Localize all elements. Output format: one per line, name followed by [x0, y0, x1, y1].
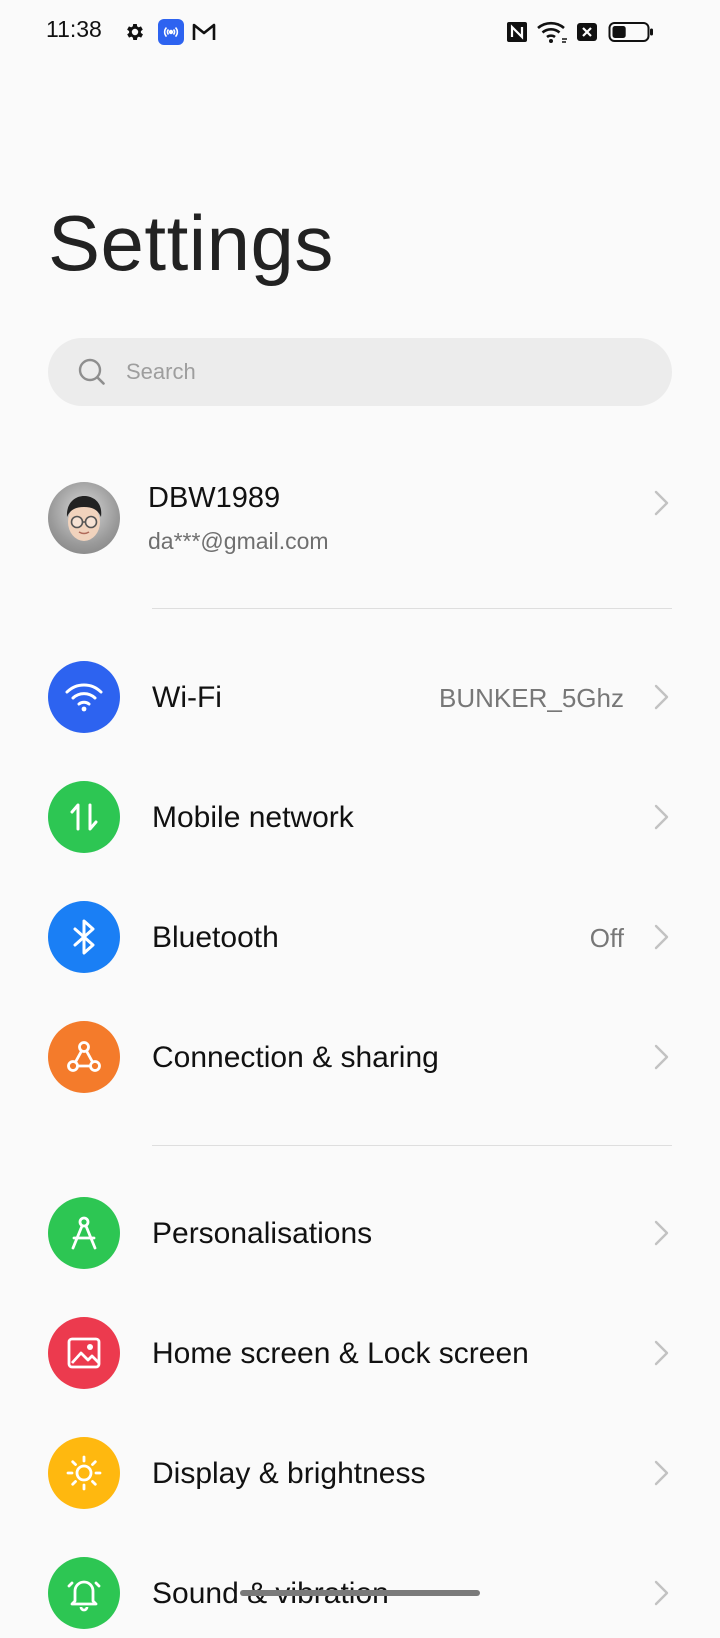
- row-value: BUNKER_5Ghz: [439, 683, 624, 713]
- settings-item-mobile-network[interactable]: Mobile network: [0, 772, 720, 862]
- gmail-icon: [192, 18, 216, 46]
- settings-item-wifi[interactable]: Wi-Fi BUNKER_5Ghz: [0, 652, 720, 742]
- compass-drawing-icon: [48, 1197, 120, 1269]
- row-label: Personalisations: [152, 1217, 373, 1250]
- sun-brightness-icon: [48, 1437, 120, 1509]
- account-row[interactable]: DBW1989 da***@gmail.com: [0, 474, 720, 564]
- chevron-right-icon: [654, 924, 669, 950]
- page-title: Settings: [48, 199, 334, 287]
- section-divider: [152, 608, 672, 609]
- battery-icon: [608, 18, 654, 46]
- wifi-icon: [536, 18, 568, 46]
- row-label: Mobile network: [152, 801, 354, 834]
- nfc-icon: [506, 18, 528, 46]
- hotspot-broadcast-icon: [158, 18, 184, 46]
- settings-gear-icon: [124, 18, 146, 46]
- chevron-right-icon: [654, 1580, 669, 1606]
- settings-item-home-lock-screen[interactable]: Home screen & Lock screen: [0, 1308, 720, 1398]
- search-input[interactable]: [124, 358, 608, 386]
- bell-icon: [48, 1557, 120, 1629]
- no-sim-icon: [576, 18, 598, 46]
- chevron-right-icon: [654, 1044, 669, 1070]
- status-time: 11:38: [46, 16, 102, 42]
- chevron-right-icon: [654, 1340, 669, 1366]
- search-bar[interactable]: [48, 338, 672, 406]
- home-indicator[interactable]: [240, 1590, 480, 1596]
- settings-item-connection-sharing[interactable]: Connection & sharing: [0, 1012, 720, 1102]
- status-bar: 11:38: [0, 0, 720, 64]
- row-label: Display & brightness: [152, 1457, 426, 1490]
- row-value: Off: [589, 923, 624, 953]
- section-divider: [152, 1145, 672, 1146]
- chevron-right-icon: [654, 684, 669, 710]
- avatar: [48, 482, 120, 554]
- chevron-right-icon: [654, 1220, 669, 1246]
- chevron-right-icon: [654, 490, 669, 516]
- account-email: da***@gmail.com: [148, 528, 329, 554]
- row-label: Wi-Fi: [152, 681, 222, 714]
- chevron-right-icon: [654, 1460, 669, 1486]
- settings-item-bluetooth[interactable]: Bluetooth Off: [0, 892, 720, 982]
- row-label: Bluetooth: [152, 921, 279, 954]
- row-label: Home screen & Lock screen: [152, 1337, 529, 1370]
- connection-share-icon: [48, 1021, 120, 1093]
- mobile-data-arrows-icon: [48, 781, 120, 853]
- search-icon: [78, 358, 105, 385]
- chevron-right-icon: [654, 804, 669, 830]
- picture-icon: [48, 1317, 120, 1389]
- bluetooth-icon: [48, 901, 120, 973]
- account-name: DBW1989: [148, 482, 281, 514]
- settings-item-personalisations[interactable]: Personalisations: [0, 1188, 720, 1278]
- settings-item-display-brightness[interactable]: Display & brightness: [0, 1428, 720, 1518]
- wifi-icon: [48, 661, 120, 733]
- row-label: Connection & sharing: [152, 1041, 439, 1074]
